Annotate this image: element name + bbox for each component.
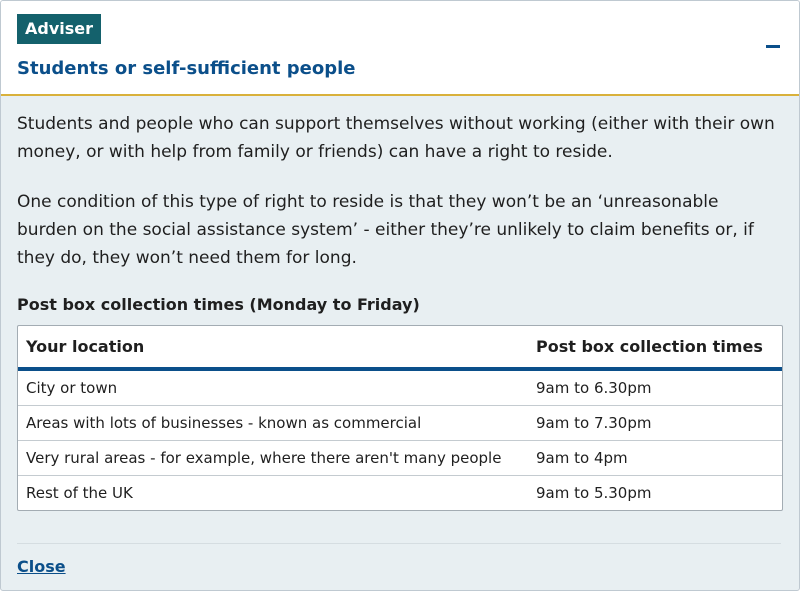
table-header-row: Your location Post box collection times	[18, 326, 782, 371]
table-row: City or town 9am to 6.30pm	[18, 369, 782, 406]
table-row: Areas with lots of businesses - known as…	[18, 405, 782, 441]
panel-header[interactable]: Adviser Students or self-sufficient peop…	[1, 1, 799, 96]
panel-title[interactable]: Students or self-sufficient people	[17, 57, 356, 81]
cell-location: Rest of the UK	[18, 475, 528, 510]
paragraph-1: Students and people who can support them…	[17, 114, 775, 162]
table-row: Rest of the UK 9am to 5.30pm	[18, 475, 782, 510]
table-row: Very rural areas - for example, where th…	[18, 440, 782, 476]
cell-times: 9am to 7.30pm	[528, 405, 782, 441]
cell-times: 9am to 5.30pm	[528, 475, 782, 510]
cell-location: Very rural areas - for example, where th…	[18, 440, 528, 476]
cell-times: 9am to 4pm	[528, 440, 782, 476]
adviser-panel: Adviser Students or self-sufficient peop…	[0, 0, 800, 591]
column-header-times: Post box collection times	[528, 326, 782, 371]
collection-times-table: Your location Post box collection times …	[17, 325, 783, 511]
paragraph-2: One condition of this type of right to r…	[17, 192, 754, 268]
adviser-badge: Adviser	[17, 14, 102, 44]
table-heading: Post box collection times (Monday to Fri…	[17, 295, 420, 314]
cell-times: 9am to 6.30pm	[536, 379, 652, 397]
minus-icon[interactable]	[766, 45, 780, 48]
column-header-location: Your location	[18, 326, 528, 371]
footer-divider	[17, 543, 781, 544]
cell-location: Areas with lots of businesses - known as…	[18, 405, 528, 441]
close-link[interactable]: Close	[17, 557, 66, 576]
cell-location: City or town	[26, 379, 118, 397]
panel-body: Students and people who can support them…	[1, 96, 799, 511]
